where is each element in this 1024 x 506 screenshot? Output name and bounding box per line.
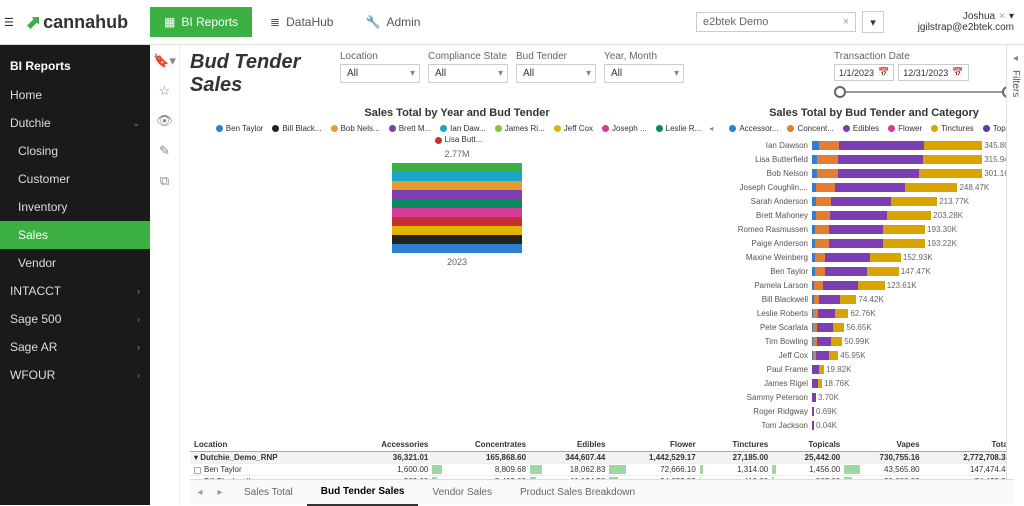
sidebar: BI Reports HomeDutchie⌄ClosingCustomerIn… [0, 45, 150, 505]
legend-prev[interactable]: ◂ [709, 123, 713, 134]
date-filter: Transaction Date 1/1/2023📅 12/31/2023📅 [834, 51, 1014, 99]
close-icon[interactable]: × [999, 11, 1005, 22]
sidebar-item-customer[interactable]: Customer [0, 165, 150, 193]
page-title: Bud Tender Sales [190, 51, 340, 97]
date-slider[interactable] [834, 85, 1014, 99]
filter-location[interactable]: All [340, 64, 420, 83]
hbar-row[interactable]: Tom Jackson0.04K [734, 418, 1014, 432]
hbar-row[interactable]: Maxine Weinberg152.93K [734, 250, 1014, 264]
hbar-row[interactable]: Romeo Rasmussen193.30K [734, 222, 1014, 236]
hbar-row[interactable]: Jeff Cox45.95K [734, 348, 1014, 362]
date-from[interactable]: 1/1/2023📅 [834, 64, 894, 81]
hbar-row[interactable]: Paige Anderson193.22K [734, 236, 1014, 250]
hbar-row[interactable]: Pamela Larson123.61K [734, 278, 1014, 292]
org-search[interactable]: e2btek Demo× [696, 12, 856, 32]
sidebar-item-sage ar[interactable]: Sage AR› [0, 333, 150, 361]
top-tab-datahub[interactable]: ≣DataHub [256, 7, 347, 37]
bookmark-icon[interactable]: 🔖▾ [153, 53, 176, 69]
sidebar-item-inventory[interactable]: Inventory [0, 193, 150, 221]
hbar-row[interactable]: Ian Dawson345.80K [734, 138, 1014, 152]
top-tab-bi-reports[interactable]: ▦BI Reports [150, 7, 252, 37]
sidebar-item-intacct[interactable]: INTACCT› [0, 277, 150, 305]
slider-knob-left[interactable] [834, 86, 846, 98]
sheet-tab-product-sales-breakdown[interactable]: Product Sales Breakdown [506, 480, 649, 506]
filter-year-month[interactable]: All [604, 64, 684, 83]
chevron-left-icon[interactable]: ◂ [1013, 53, 1018, 64]
user-menu[interactable]: Joshua×▾ jgilstrap@e2btek.com [894, 11, 1024, 33]
calendar-icon: 📅 [878, 67, 889, 78]
sheet-tabs: ◂ ▸ Sales TotalBud Tender SalesVendor Sa… [190, 479, 1014, 505]
hbar-row[interactable]: Bill Blackwell74.42K [734, 292, 1014, 306]
sidebar-item-dutchie[interactable]: Dutchie⌄ [0, 109, 150, 137]
sidebar-item-sales[interactable]: Sales [0, 221, 150, 249]
tool-column: 🔖▾ ☆ 👁 ✎ ⧉ [150, 45, 180, 505]
chart-tender-category: Sales Total by Bud Tender and Category ◂… [734, 107, 1014, 432]
eye-icon[interactable]: 👁 [156, 113, 173, 129]
hbar-row[interactable]: Pete Scarlata56.65K [734, 320, 1014, 334]
sidebar-item-closing[interactable]: Closing [0, 137, 150, 165]
sidebar-header: BI Reports [0, 51, 150, 81]
sheet-tab-vendor-sales[interactable]: Vendor Sales [418, 480, 506, 506]
menu-icon[interactable]: ☰ [0, 16, 18, 29]
sheet-tab-bud-tender-sales[interactable]: Bud Tender Sales [307, 480, 419, 506]
hbar-row[interactable]: Sarah Anderson213.77K [734, 194, 1014, 208]
hbar-row[interactable]: Paul Frame19.82K [734, 362, 1014, 376]
chart-year-tender: Sales Total by Year and Bud Tender Ben T… [190, 107, 724, 432]
hbar-row[interactable]: Tim Bowling50.99K [734, 334, 1014, 348]
hbar-row[interactable]: Leslie Roberts62.76K [734, 306, 1014, 320]
hbar-row[interactable]: Brett Mahoney203.28K [734, 208, 1014, 222]
sheet-tab-sales-total[interactable]: Sales Total [230, 480, 307, 506]
hbar-row[interactable]: Roger Ridgway0.69K [734, 404, 1014, 418]
filters-panel-toggle[interactable]: ◂ Filters [1006, 45, 1024, 505]
sidebar-item-wfour[interactable]: WFOUR› [0, 361, 150, 389]
star-icon[interactable]: ☆ [159, 83, 171, 99]
hbar-row[interactable]: James Rigel18.76K [734, 376, 1014, 390]
hbar-row[interactable]: Lisa Butterfield315.94K [734, 152, 1014, 166]
clear-icon[interactable]: × [843, 16, 849, 28]
tab-next[interactable]: ▸ [210, 487, 230, 498]
tab-prev[interactable]: ◂ [190, 487, 210, 498]
hbar-row[interactable]: Joseph Coughlin,...248.47K [734, 180, 1014, 194]
date-to[interactable]: 12/31/2023📅 [898, 64, 968, 81]
hbar-row[interactable]: Sammy Peterson3.70K [734, 390, 1014, 404]
filter-compliance-state[interactable]: All [428, 64, 508, 83]
edit-icon[interactable]: ✎ [159, 143, 170, 159]
sidebar-item-vendor[interactable]: Vendor [0, 249, 150, 277]
calendar-icon: 📅 [952, 67, 963, 78]
hbar-row[interactable]: Ben Taylor147.47K [734, 264, 1014, 278]
sidebar-item-home[interactable]: Home [0, 81, 150, 109]
copy-icon[interactable]: ⧉ [160, 173, 169, 189]
user-email: jgilstrap@e2btek.com [894, 22, 1014, 33]
org-dropdown[interactable]: ▾ [862, 11, 884, 33]
sidebar-item-sage 500[interactable]: Sage 500› [0, 305, 150, 333]
top-tab-admin[interactable]: 🔧Admin [351, 7, 434, 37]
filter-bud-tender[interactable]: All [516, 64, 596, 83]
hbar-row[interactable]: Bob Nelson301.16K [734, 166, 1014, 180]
brand-logo: ⬈cannahub [18, 12, 148, 33]
